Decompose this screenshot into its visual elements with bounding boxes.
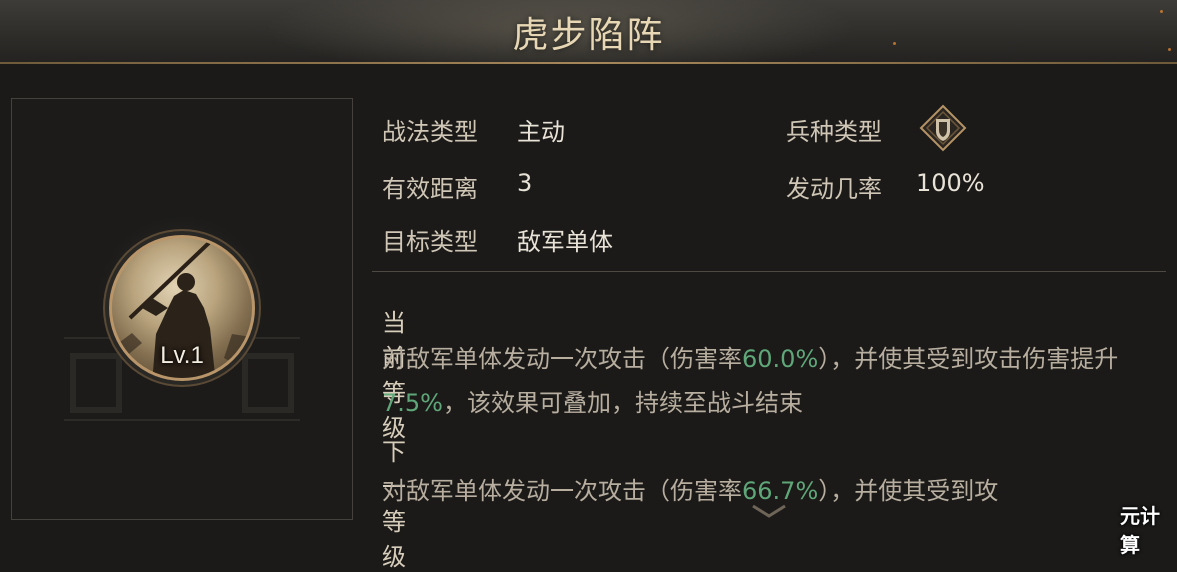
ember-decoration	[1160, 10, 1163, 13]
desc-text: ，该效果可叠加，持续至战斗结束	[442, 389, 803, 417]
skill-portrait: Lv.1	[109, 235, 255, 381]
portrait-panel: Lv.1	[11, 98, 353, 520]
scroll-down-chevron-icon[interactable]	[749, 502, 789, 520]
damage-rate-value: 60.0%	[742, 345, 819, 373]
target-type-label: 目标类型	[382, 228, 478, 256]
damage-boost-value: 7.5%	[382, 389, 443, 417]
ember-decoration	[893, 42, 896, 45]
desc-text: 对敌军单体发动一次攻击（伤害率	[382, 345, 742, 373]
level-label: Lv.1	[160, 342, 204, 369]
desc-text: ），并使其受到攻击伤害提升	[818, 345, 1119, 373]
tactic-type-value: 主动	[517, 118, 565, 146]
trigger-rate-value: 100%	[916, 169, 985, 197]
desc-text: 对敌军单体发动一次攻击（伤害率	[382, 477, 742, 505]
skill-title: 虎步陷阵	[512, 15, 665, 56]
range-value: 3	[517, 169, 533, 197]
trigger-rate-label: 发动几率	[786, 175, 882, 203]
section-divider	[372, 271, 1166, 272]
damage-rate-value: 66.7%	[742, 477, 819, 505]
target-type-value: 敌军单体	[517, 228, 613, 256]
tactic-type-label: 战法类型	[382, 118, 478, 146]
current-level-description: 对敌军单体发动一次攻击（伤害率60.0%），并使其受到攻击伤害提升 7.5%，该效…	[382, 337, 1162, 425]
desc-text: ），并使其受到攻	[818, 477, 999, 505]
ember-decoration	[1168, 48, 1171, 51]
title-bar: 虎步陷阵	[0, 0, 1177, 64]
range-label: 有效距离	[382, 175, 478, 203]
troop-type-label: 兵种类型	[786, 118, 882, 146]
watermark-logo: 元计算	[1120, 504, 1160, 557]
shield-diamond-icon	[919, 104, 967, 152]
